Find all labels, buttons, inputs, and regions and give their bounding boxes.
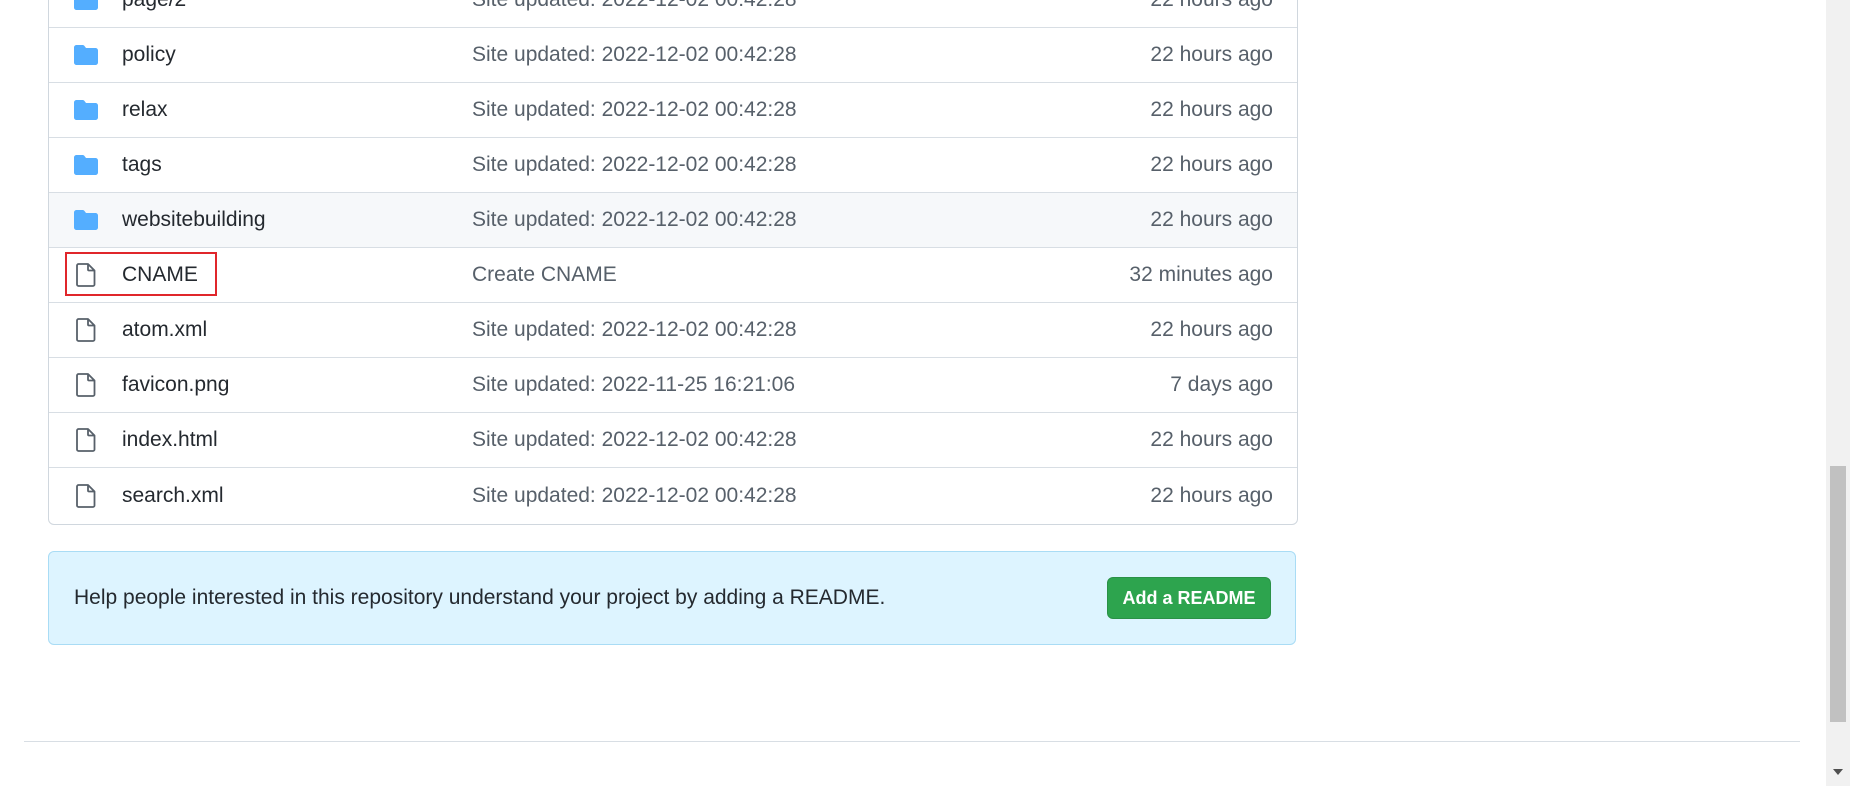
commit-message-link[interactable]: Site updated: 2022-11-25 16:21:06 — [472, 373, 795, 397]
commit-message-link[interactable]: Site updated: 2022-12-02 00:42:28 — [472, 153, 797, 177]
folder-icon — [73, 0, 99, 13]
file-row-search-xml[interactable]: search.xml Site updated: 2022-12-02 00:4… — [49, 468, 1297, 524]
commit-age: 22 hours ago — [1150, 98, 1273, 121]
file-row-page-2[interactable]: page/2 Site updated: 2022-12-02 00:42:28… — [49, 0, 1297, 28]
file-row-cname[interactable]: CNAME Create CNAME 32 minutes ago — [49, 248, 1297, 303]
scroll-down-arrow-icon[interactable] — [1826, 762, 1850, 782]
file-icon — [73, 372, 99, 398]
file-name-link[interactable]: tags — [122, 153, 162, 177]
commit-age: 22 hours ago — [1150, 153, 1273, 176]
scrollbar-thumb[interactable] — [1830, 466, 1846, 722]
file-row-index-html[interactable]: index.html Site updated: 2022-12-02 00:4… — [49, 413, 1297, 468]
commit-message-link[interactable]: Create CNAME — [472, 263, 617, 287]
file-icon — [73, 317, 99, 343]
footer-divider — [24, 741, 1800, 742]
commit-message-link[interactable]: Site updated: 2022-12-02 00:42:28 — [472, 0, 797, 12]
commit-age: 22 hours ago — [1150, 43, 1273, 66]
file-row-atom-xml[interactable]: atom.xml Site updated: 2022-12-02 00:42:… — [49, 303, 1297, 358]
file-name-link[interactable]: CNAME — [122, 263, 198, 287]
commit-age: 22 hours ago — [1150, 484, 1273, 507]
file-name-link[interactable]: page/2 — [122, 0, 186, 12]
folder-icon — [73, 42, 99, 68]
file-row-favicon-png[interactable]: favicon.png Site updated: 2022-11-25 16:… — [49, 358, 1297, 413]
file-icon — [73, 427, 99, 453]
commit-age: 32 minutes ago — [1129, 263, 1273, 286]
commit-message-link[interactable]: Site updated: 2022-12-02 00:42:28 — [472, 98, 797, 122]
file-name-link[interactable]: index.html — [122, 428, 218, 452]
page-scrollbar[interactable] — [1826, 0, 1850, 786]
commit-message-link[interactable]: Site updated: 2022-12-02 00:42:28 — [472, 208, 797, 232]
file-row-tags[interactable]: tags Site updated: 2022-12-02 00:42:28 2… — [49, 138, 1297, 193]
folder-icon — [73, 152, 99, 178]
file-row-policy[interactable]: policy Site updated: 2022-12-02 00:42:28… — [49, 28, 1297, 83]
file-name-link[interactable]: websitebuilding — [122, 208, 266, 232]
commit-message-link[interactable]: Site updated: 2022-12-02 00:42:28 — [472, 428, 797, 452]
file-row-websitebuilding[interactable]: websitebuilding Site updated: 2022-12-02… — [49, 193, 1297, 248]
commit-age: 7 days ago — [1170, 373, 1273, 396]
file-row-relax[interactable]: relax Site updated: 2022-12-02 00:42:28 … — [49, 83, 1297, 138]
file-name-link[interactable]: policy — [122, 43, 176, 67]
commit-age: 22 hours ago — [1150, 428, 1273, 451]
folder-icon — [73, 207, 99, 233]
file-icon — [73, 483, 99, 509]
readme-banner: Help people interested in this repositor… — [48, 551, 1296, 645]
commit-message-link[interactable]: Site updated: 2022-12-02 00:42:28 — [472, 484, 797, 508]
repository-page: page/2 Site updated: 2022-12-02 00:42:28… — [0, 0, 1850, 786]
commit-age: 22 hours ago — [1150, 208, 1273, 231]
commit-age: 22 hours ago — [1150, 318, 1273, 341]
file-name-link[interactable]: search.xml — [122, 484, 224, 508]
commit-message-link[interactable]: Site updated: 2022-12-02 00:42:28 — [472, 43, 797, 67]
readme-banner-message: Help people interested in this repositor… — [74, 586, 886, 609]
file-name-link[interactable]: atom.xml — [122, 318, 207, 342]
folder-icon — [73, 97, 99, 123]
file-list: page/2 Site updated: 2022-12-02 00:42:28… — [48, 0, 1298, 525]
file-name-link[interactable]: favicon.png — [122, 373, 229, 397]
commit-message-link[interactable]: Site updated: 2022-12-02 00:42:28 — [472, 318, 797, 342]
commit-age: 22 hours ago — [1150, 0, 1273, 12]
file-icon — [73, 262, 99, 288]
file-name-link[interactable]: relax — [122, 98, 168, 122]
add-readme-button[interactable]: Add a README — [1107, 577, 1271, 619]
